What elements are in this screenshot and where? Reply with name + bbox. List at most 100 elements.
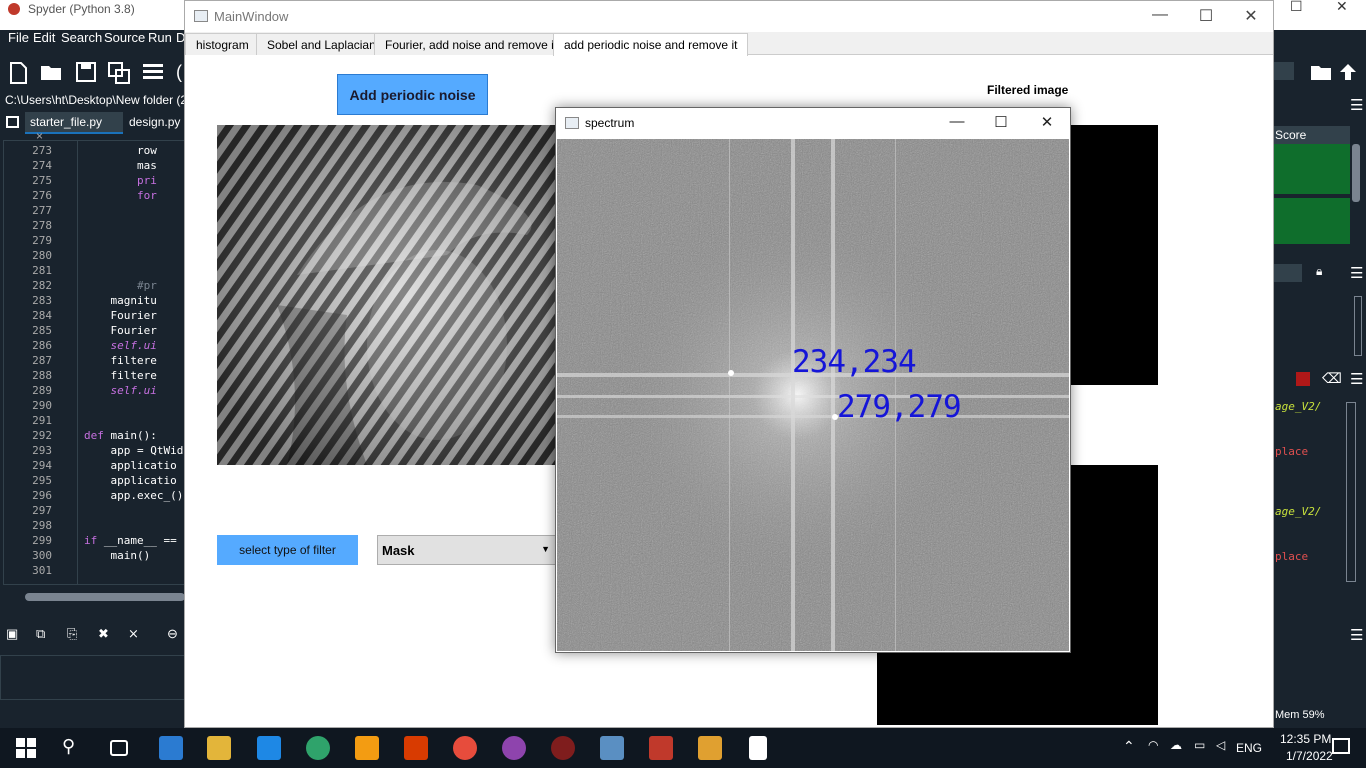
tab-sobel-laplacian[interactable]: Sobel and Laplacian [256,33,387,55]
line-number: 301 [32,564,52,577]
outline-icon[interactable] [142,62,164,82]
cloud-icon[interactable]: ☁ [1170,738,1182,752]
edge-icon[interactable] [306,736,330,760]
pane-dropdown[interactable] [1274,62,1294,80]
console-back-icon[interactable]: ⊖ [167,626,178,642]
console-scrollbar[interactable] [1346,402,1356,582]
close-button[interactable]: ✕ [1236,6,1266,26]
windows-start-icon[interactable] [14,736,38,760]
tab-periodic-noise[interactable]: add periodic noise and remove it [553,33,749,56]
volume-icon[interactable]: ◁ [1216,738,1225,752]
menu-edit[interactable]: Edit [33,30,55,45]
console-copy-icon[interactable]: ⎘ [67,626,77,642]
code-line: main() [84,549,151,562]
code-line: row [84,144,157,157]
battery-icon[interactable]: ▭ [1194,738,1205,752]
console-closeall-icon[interactable]: ⨯ [128,626,139,642]
menu-source[interactable]: Source [104,30,145,45]
lock-icon[interactable]: 🔒︎ [1316,264,1322,279]
store-icon[interactable] [159,736,183,760]
minimize-button[interactable]: — [1145,6,1175,24]
pane-menu-icon-3[interactable]: ☰ [1350,370,1363,388]
file-explorer-icon[interactable] [207,736,231,760]
window-icon [565,117,579,129]
code-line: magnitu [84,294,157,307]
code-line: app.exec_() [84,489,184,502]
menu-run[interactable]: Run [148,30,172,45]
app-icon[interactable] [649,736,673,760]
console-output-error: place [1275,550,1309,563]
stop-icon[interactable] [1296,372,1310,386]
select-filter-button[interactable]: select type of filter [217,535,358,565]
document-icon[interactable] [749,736,767,760]
spectrum-minimize-button[interactable]: — [942,113,972,130]
notification-icon[interactable] [1332,738,1350,754]
score-column-header[interactable]: Score [1274,126,1350,144]
code-editor[interactable]: 273 274 275 276 277 278 279 280 281 282 283 284 285 2… [3,140,185,585]
help-scrollbar[interactable] [1354,296,1362,356]
browse-tabs-icon[interactable] [6,116,19,128]
line-number: 288 [32,369,52,382]
pane-menu-icon[interactable]: ☰ [1350,96,1363,114]
code-line: #pr [84,279,157,292]
clock-date[interactable]: 1/7/2022 [1286,749,1333,763]
spyder-close-button[interactable]: ✕ [1336,0,1348,15]
line-number: 300 [32,549,52,562]
maximize-button[interactable]: ☐ [1191,6,1221,26]
pane-dropdown-2[interactable] [1274,264,1302,282]
open-folder-icon[interactable] [40,62,62,82]
code-line: app = QtWid [84,444,184,457]
task-view-icon[interactable] [110,740,128,756]
console-panel[interactable] [0,655,185,700]
spectrum-image[interactable]: 234,234 279,279 [557,139,1069,651]
console-close-icon[interactable]: ✖ [98,626,109,642]
spectrum-title-bar[interactable]: spectrum — ☐ ✕ [556,108,1070,139]
line-number: 295 [32,474,52,487]
eraser-icon[interactable]: ⌫ [1322,370,1342,387]
mail-icon[interactable] [257,736,281,760]
line-number: 284 [32,309,52,322]
toolbox-icon[interactable] [698,736,722,760]
language-indicator[interactable]: ENG [1236,741,1262,755]
clock-time[interactable]: 12:35 PM [1280,732,1331,746]
pane-menu-icon-2[interactable]: ☰ [1350,264,1363,282]
tab-starter-file[interactable]: starter_file.py × [25,112,123,143]
wifi-icon[interactable]: ◠ [1148,738,1158,752]
chevron-down-icon: ▼ [541,544,550,554]
mainwindow-title-bar[interactable]: MainWindow — ☐ ✕ [185,1,1273,31]
filtered-image-label: Filtered image [987,83,1069,97]
add-periodic-noise-button[interactable]: Add periodic noise [337,74,488,115]
up-arrow-icon[interactable] [1338,62,1358,85]
chevron-up-icon[interactable]: ⌃ [1123,738,1135,755]
line-number: 279 [32,234,52,247]
console-saveall-icon[interactable]: ⧉ [36,626,45,642]
tab-design[interactable]: design.py [124,112,185,134]
spectrum-maximize-button[interactable]: ☐ [986,113,1016,131]
spectrum-window: spectrum — ☐ ✕ 234,234 279,279 [555,107,1071,653]
line-number: 280 [32,249,52,262]
save-all-icon[interactable] [108,62,130,84]
menu-search[interactable]: Search [61,30,102,45]
variable-scrollbar[interactable] [1352,144,1360,202]
sublime-icon[interactable] [355,736,379,760]
filter-type-select[interactable]: Mask ▼ [377,535,557,565]
spyder-title: Spyder (Python 3.8) [28,2,135,16]
spyder-maximize-button[interactable]: ☐ [1290,0,1303,15]
menu-file[interactable]: File [8,30,29,45]
console-save-icon[interactable]: ▣ [6,626,18,642]
line-number: 293 [32,444,52,457]
tab-fourier-noise[interactable]: Fourier, add noise and remove it [374,33,569,55]
chrome-icon[interactable] [453,736,477,760]
paint-icon[interactable] [600,736,624,760]
anaconda-icon[interactable] [502,736,526,760]
tab-histogram[interactable]: histogram [185,33,260,55]
office-icon[interactable] [404,736,428,760]
pane-menu-icon-4[interactable]: ☰ [1350,626,1363,644]
new-file-icon[interactable] [8,62,30,84]
spyder-icon[interactable] [551,736,575,760]
save-icon[interactable] [76,62,98,82]
editor-horizontal-scrollbar[interactable] [25,593,185,601]
spectrum-close-button[interactable]: ✕ [1032,113,1062,131]
search-icon[interactable]: ⚲ [62,736,86,760]
open-folder-icon-right[interactable] [1310,62,1334,85]
